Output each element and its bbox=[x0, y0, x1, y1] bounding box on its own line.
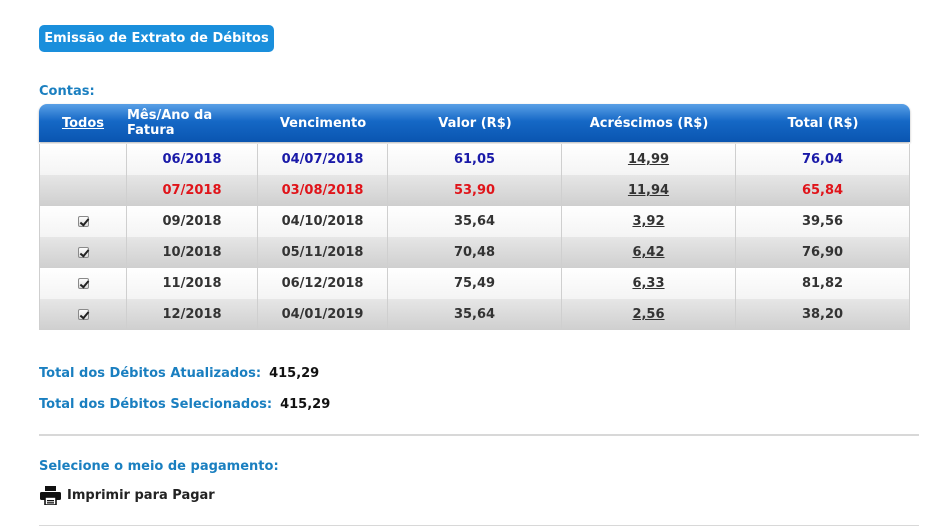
cell-valor: 35,64 bbox=[388, 206, 562, 237]
printer-icon bbox=[40, 486, 61, 505]
cell-mes-ano: 11/2018 bbox=[127, 268, 258, 299]
cell-vencimento: 03/08/2018 bbox=[258, 175, 388, 206]
cell-acrescimos: 2,56 bbox=[562, 299, 736, 330]
debitos-table: Todos Mês/Ano da Fatura Vencimento Valor… bbox=[39, 104, 910, 330]
cell-acrescimos: 11,94 bbox=[562, 175, 736, 206]
acrescimos-link[interactable]: 6,42 bbox=[632, 245, 664, 260]
cell-vencimento: 04/10/2018 bbox=[258, 206, 388, 237]
cell-acrescimos: 6,33 bbox=[562, 268, 736, 299]
cell-total: 81,82 bbox=[736, 268, 910, 299]
table-row: 07/2018 03/08/2018 53,90 11,94 65,84 bbox=[39, 175, 910, 206]
row-checkbox[interactable] bbox=[77, 278, 89, 289]
col-acrescimos: Acréscimos (R$) bbox=[589, 115, 709, 131]
contas-label: Contas: bbox=[39, 84, 95, 99]
divider bbox=[39, 434, 919, 436]
table-row: 09/2018 04/10/2018 35,64 3,92 39,56 bbox=[39, 206, 910, 237]
cell-mes-ano: 07/2018 bbox=[127, 175, 258, 206]
acrescimos-link[interactable]: 3,92 bbox=[632, 214, 664, 229]
total-selecionados-label: Total dos Débitos Selecionados: bbox=[39, 397, 273, 412]
cell-select bbox=[39, 299, 127, 330]
acrescimos-link[interactable]: 11,94 bbox=[628, 183, 669, 198]
table-row: 10/2018 05/11/2018 70,48 6,42 76,90 bbox=[39, 237, 910, 268]
table-row: 12/2018 04/01/2019 35,64 2,56 38,20 bbox=[39, 299, 910, 330]
cell-mes-ano: 10/2018 bbox=[127, 237, 258, 268]
total-selecionados: Total dos Débitos Selecionados: 415,29 bbox=[39, 397, 330, 412]
cell-vencimento: 04/01/2019 bbox=[258, 299, 388, 330]
cell-acrescimos: 6,42 bbox=[562, 237, 736, 268]
cell-valor: 61,05 bbox=[388, 144, 562, 175]
cell-select bbox=[39, 206, 127, 237]
cell-total: 39,56 bbox=[736, 206, 910, 237]
divider-bottom bbox=[39, 525, 919, 526]
acrescimos-link[interactable]: 6,33 bbox=[632, 276, 664, 291]
cell-total: 65,84 bbox=[736, 175, 910, 206]
cell-total: 76,90 bbox=[736, 237, 910, 268]
cell-mes-ano: 09/2018 bbox=[127, 206, 258, 237]
cell-total: 38,20 bbox=[736, 299, 910, 330]
imprimir-para-pagar-button[interactable]: Imprimir para Pagar bbox=[40, 486, 215, 505]
total-atualizados-value: 415,29 bbox=[269, 366, 320, 381]
cell-mes-ano: 12/2018 bbox=[127, 299, 258, 330]
total-atualizados: Total dos Débitos Atualizados: 415,29 bbox=[39, 366, 319, 381]
cell-acrescimos: 3,92 bbox=[562, 206, 736, 237]
emissao-extrato-button[interactable]: Emissão de Extrato de Débitos bbox=[39, 25, 274, 52]
cell-valor: 70,48 bbox=[388, 237, 562, 268]
cell-select bbox=[39, 237, 127, 268]
cell-select bbox=[39, 144, 127, 175]
cell-vencimento: 05/11/2018 bbox=[258, 237, 388, 268]
row-checkbox[interactable] bbox=[77, 216, 89, 227]
cell-valor: 75,49 bbox=[388, 268, 562, 299]
col-vencimento: Vencimento bbox=[279, 115, 367, 131]
table-header: Todos Mês/Ano da Fatura Vencimento Valor… bbox=[39, 104, 910, 142]
cell-vencimento: 06/12/2018 bbox=[258, 268, 388, 299]
table-row: 06/2018 04/07/2018 61,05 14,99 76,04 bbox=[39, 144, 910, 175]
cell-valor: 53,90 bbox=[388, 175, 562, 206]
row-checkbox[interactable] bbox=[77, 247, 89, 258]
select-all-link[interactable]: Todos bbox=[39, 104, 127, 142]
col-mes-ano: Mês/Ano da Fatura bbox=[127, 108, 213, 138]
total-atualizados-label: Total dos Débitos Atualizados: bbox=[39, 366, 262, 381]
acrescimos-link[interactable]: 2,56 bbox=[632, 307, 664, 322]
col-total: Total (R$) bbox=[787, 115, 859, 131]
cell-total: 76,04 bbox=[736, 144, 910, 175]
col-valor: Valor (R$) bbox=[438, 115, 512, 131]
cell-select bbox=[39, 175, 127, 206]
cell-mes-ano: 06/2018 bbox=[127, 144, 258, 175]
acrescimos-link[interactable]: 14,99 bbox=[628, 152, 669, 167]
total-selecionados-value: 415,29 bbox=[280, 397, 331, 412]
table-body: 06/2018 04/07/2018 61,05 14,99 76,04 07/2018 0… bbox=[39, 144, 910, 330]
cell-vencimento: 04/07/2018 bbox=[258, 144, 388, 175]
row-checkbox[interactable] bbox=[77, 309, 89, 320]
table-row: 11/2018 06/12/2018 75,49 6,33 81,82 bbox=[39, 268, 910, 299]
imprimir-label: Imprimir para Pagar bbox=[67, 488, 215, 503]
cell-valor: 35,64 bbox=[388, 299, 562, 330]
pagamento-label: Selecione o meio de pagamento: bbox=[39, 459, 279, 474]
cell-select bbox=[39, 268, 127, 299]
cell-acrescimos: 14,99 bbox=[562, 144, 736, 175]
